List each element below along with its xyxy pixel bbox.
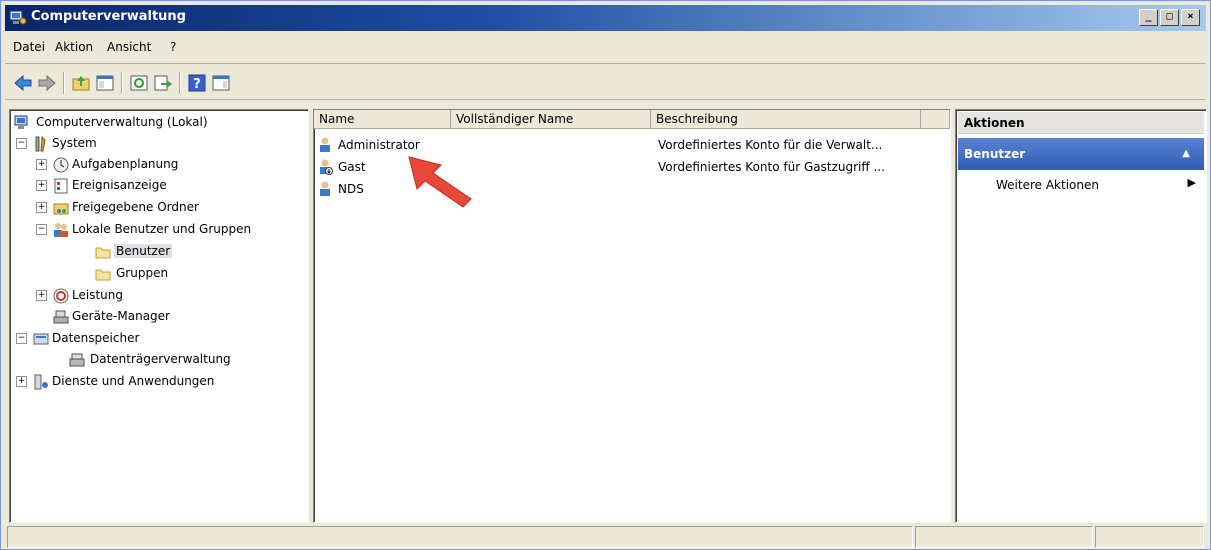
system-tools-icon — [35, 135, 46, 152]
tree-label: Ereignisanzeige — [72, 178, 167, 192]
tree-label: Datenträgerverwaltung — [90, 352, 231, 366]
collapse-icon[interactable]: − — [36, 224, 47, 235]
action-weitere-aktionen[interactable]: Weitere Aktionen — [996, 178, 1099, 192]
tree-label: Gruppen — [116, 266, 169, 280]
expand-icon[interactable]: + — [36, 290, 47, 301]
folder-icon — [95, 247, 111, 259]
status-cell — [1095, 526, 1204, 548]
tree-label: Geräte-Manager — [72, 309, 170, 323]
tree-label: Datenspeicher — [52, 331, 140, 345]
maximize-button[interactable]: □ — [1160, 9, 1179, 26]
folder-icon — [95, 269, 111, 281]
expand-icon[interactable]: + — [36, 202, 47, 213]
tree-label: Computerverwaltung (Lokal) — [36, 115, 208, 129]
help-icon[interactable]: ? — [187, 73, 207, 93]
cell-name: Gast — [338, 160, 366, 174]
event-viewer-icon — [54, 178, 68, 194]
action-pane-icon[interactable] — [211, 73, 231, 93]
device-manager-icon — [53, 310, 69, 324]
toolbar: ? — [5, 65, 1206, 100]
section-label: Benutzer — [964, 147, 1026, 161]
expand-icon[interactable]: + — [16, 376, 27, 387]
tree-label: Benutzer — [114, 244, 173, 258]
expand-icon[interactable]: + — [36, 180, 47, 191]
toolbar-separator — [63, 72, 65, 94]
tree-label: Lokale Benutzer und Gruppen — [72, 222, 252, 236]
title-bar[interactable]: Computerverwaltung _ □ × — [5, 5, 1206, 31]
menu-bar: Datei Aktion Ansicht ? — [5, 33, 1206, 64]
close-button[interactable]: × — [1181, 9, 1200, 26]
menu-ansicht[interactable]: Ansicht — [107, 40, 151, 54]
annotation-arrow-icon — [408, 156, 472, 208]
console-tree[interactable]: Computerverwaltung (Lokal) − System + Au… — [9, 109, 309, 523]
shared-folder-icon — [53, 203, 69, 215]
cell-description: Vordefiniertes Konto für die Verwalt... — [658, 138, 883, 152]
window-title: Computerverwaltung — [31, 9, 186, 24]
menu-datei[interactable]: Datei — [13, 40, 45, 54]
export-list-icon[interactable] — [153, 73, 173, 93]
back-arrow-icon[interactable] — [13, 73, 33, 93]
tree-label: Dienste und Anwendungen — [52, 374, 215, 388]
collapse-up-icon[interactable]: ▲ — [1182, 138, 1190, 170]
minimize-button[interactable]: _ — [1139, 9, 1158, 26]
window-controls: _ □ × — [1139, 9, 1200, 26]
users-icon — [54, 223, 68, 237]
column-header-fullname[interactable]: Vollständiger Name — [451, 110, 651, 129]
collapse-icon[interactable]: − — [16, 138, 27, 149]
user-icon — [320, 181, 330, 196]
cell-name: NDS — [338, 182, 364, 196]
actions-section-benutzer[interactable]: Benutzer ▲ — [958, 138, 1204, 170]
menu-help[interactable]: ? — [170, 40, 176, 54]
disk-management-icon — [69, 353, 85, 367]
up-folder-icon[interactable] — [71, 73, 91, 93]
refresh-icon[interactable] — [129, 73, 149, 93]
cell-description: Vordefiniertes Konto für Gastzugriff ... — [658, 160, 885, 174]
user-icon — [320, 137, 330, 152]
status-cell — [7, 526, 913, 548]
list-header: Name Vollständiger Name Beschreibung — [314, 110, 950, 130]
submenu-arrow-icon[interactable]: ▶ — [1188, 176, 1196, 189]
column-header-empty — [921, 110, 950, 129]
status-cell — [915, 526, 1093, 548]
computer-management-icon — [14, 115, 28, 129]
tree-label: Leistung — [72, 288, 123, 302]
storage-icon — [33, 333, 49, 345]
performance-icon — [53, 288, 69, 304]
collapse-icon[interactable]: − — [16, 333, 27, 344]
tree-label: Aufgabenplanung — [72, 157, 179, 171]
column-header-name[interactable]: Name — [314, 110, 451, 129]
toolbar-separator — [121, 72, 123, 94]
column-header-description[interactable]: Beschreibung — [651, 110, 921, 129]
app-window: Computerverwaltung _ □ × Datei Aktion An… — [0, 0, 1211, 550]
svg-text:?: ? — [193, 77, 201, 92]
tree-label: Freigegebene Ordner — [72, 200, 199, 214]
cell-name: Administrator — [338, 138, 420, 152]
toolbar-separator — [179, 72, 181, 94]
services-icon — [34, 374, 48, 390]
computer-management-icon — [9, 10, 27, 25]
console-tree-icon[interactable] — [95, 73, 115, 93]
expand-icon[interactable]: + — [36, 159, 47, 170]
forward-arrow-icon[interactable] — [37, 73, 57, 93]
menu-aktion[interactable]: Aktion — [55, 40, 93, 54]
actions-pane: Aktionen Benutzer ▲ Weitere Aktionen ▶ — [955, 109, 1207, 523]
actions-header: Aktionen — [958, 112, 1204, 134]
clock-icon — [53, 157, 69, 173]
guest-user-icon — [320, 159, 333, 175]
tree-label: System — [52, 136, 97, 150]
status-bar — [7, 526, 1206, 548]
